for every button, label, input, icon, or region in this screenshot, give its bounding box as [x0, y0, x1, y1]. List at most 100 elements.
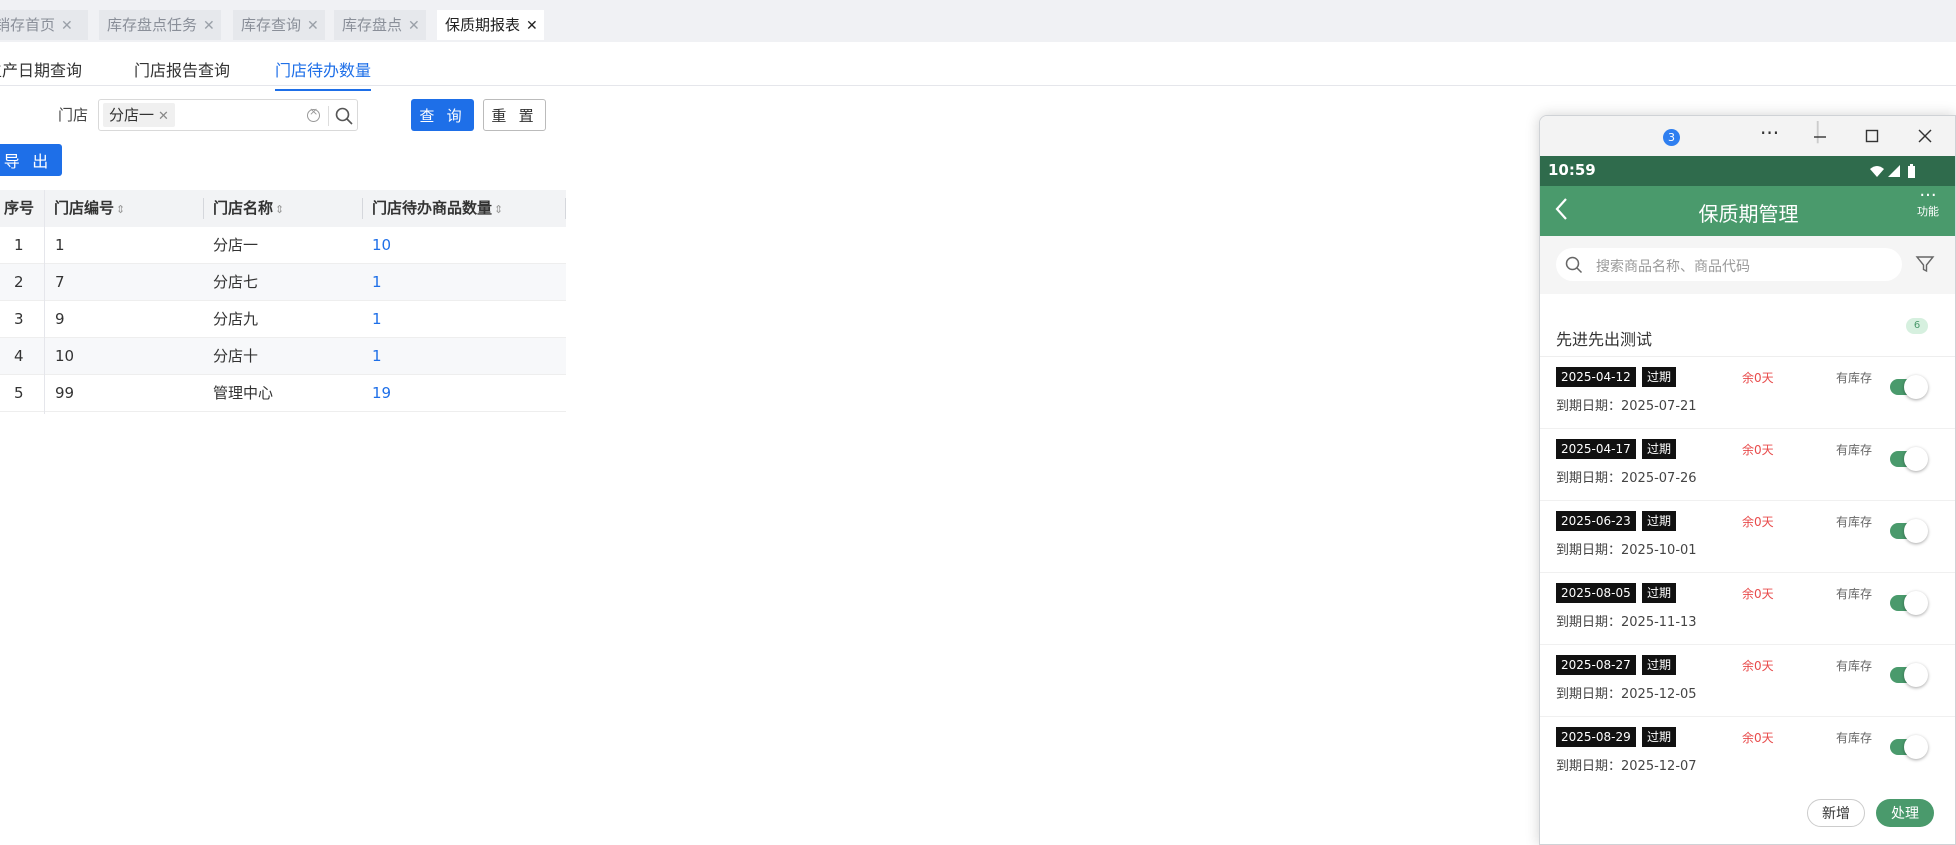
col-store-code[interactable]: 门店编号 ⇕ — [54, 190, 125, 227]
cell-index: 2 — [14, 273, 24, 291]
notification-badge[interactable]: 3 — [1663, 129, 1680, 146]
cell-store-name: 分店一 — [213, 236, 259, 254]
item-toggle[interactable] — [1890, 447, 1928, 471]
stock-status: 有库存 — [1836, 659, 1873, 673]
tab-stock-query[interactable]: 库存查询 ✕ — [233, 10, 325, 40]
status-time: 10:59 — [1548, 161, 1596, 179]
search-icon[interactable] — [334, 106, 354, 126]
list-item[interactable]: 2025-08-05 过期 余0天 有库存 到期日期：2025-11-13 — [1540, 573, 1955, 645]
col-index: 序号 — [4, 199, 35, 217]
signal-icon — [1888, 165, 1900, 177]
col-label: 门店编号 — [54, 199, 115, 217]
remaining-days: 余0天 — [1742, 731, 1774, 745]
sort-icon[interactable]: ⇕ — [494, 203, 503, 216]
list-item[interactable]: 2025-04-17 过期 余0天 有库存 到期日期：2025-07-26 — [1540, 429, 1955, 501]
toggle-knob — [1904, 375, 1928, 399]
tab-label: 库存盘点任务 — [107, 16, 198, 34]
cell-todo-count-link[interactable]: 10 — [372, 227, 391, 264]
close-icon[interactable]: ✕ — [61, 18, 73, 34]
more-dots-icon[interactable]: ··· — [1760, 121, 1779, 145]
close-icon[interactable]: ✕ — [526, 18, 538, 34]
list-item[interactable]: 2025-04-12 过期 余0天 有库存 到期日期：2025-07-21 — [1540, 357, 1955, 429]
tab-label: 库存查询 — [241, 16, 302, 34]
toggle-knob — [1904, 591, 1928, 615]
close-icon[interactable]: ✕ — [307, 18, 319, 34]
item-toggle[interactable] — [1890, 735, 1928, 759]
list-item[interactable]: 2025-08-29 过期 余0天 有库存 到期日期：2025-12-07 — [1540, 717, 1955, 789]
add-button[interactable]: 新增 — [1807, 799, 1865, 827]
battery-icon — [1908, 166, 1915, 178]
subtab-production-date[interactable]: 生产日期查询 — [0, 57, 82, 81]
remaining-days: 余0天 — [1742, 587, 1774, 601]
close-icon[interactable]: ✕ — [203, 18, 215, 34]
item-toggle[interactable] — [1890, 591, 1928, 615]
due-date: 到期日期：2025-07-21 — [1556, 399, 1697, 414]
cell-store-code: 99 — [55, 384, 75, 402]
close-icon[interactable] — [1918, 129, 1932, 143]
list-item[interactable]: 2025-08-27 过期 余0天 有库存 到期日期：2025-12-05 — [1540, 645, 1955, 717]
sub-tab-bar: 生产日期查询 门店报告查询 门店待办数量 — [0, 42, 1956, 91]
sort-icon[interactable]: ⇕ — [275, 203, 284, 216]
col-todo-count[interactable]: 门店待办商品数量 ⇕ — [372, 190, 503, 227]
table-header: 序号 门店编号 ⇕ 门店名称 ⇕ 门店待办商品数量 ⇕ — [0, 190, 566, 227]
top-tab-bar: 营销存首页 ✕ 库存盘点任务 ✕ 库存查询 ✕ 库存盘点 ✕ 保质期报表 ✕ — [0, 0, 1956, 42]
toggle-knob — [1904, 519, 1928, 543]
process-button[interactable]: 处理 — [1876, 799, 1934, 827]
table-row: 4 10 分店十 1 — [0, 338, 566, 375]
cell-todo-count-link[interactable]: 1 — [372, 338, 382, 375]
maximize-icon[interactable] — [1865, 129, 1879, 143]
tab-shelf-life-report[interactable]: 保质期报表 ✕ — [437, 10, 544, 40]
production-date-tag: 2025-08-29 — [1556, 727, 1636, 747]
expired-tag: 过期 — [1642, 511, 1677, 531]
cell-store-code: 1 — [55, 236, 65, 254]
tab-sales-home[interactable]: 营销存首页 ✕ — [0, 10, 88, 40]
filter-icon[interactable] — [1915, 254, 1935, 274]
wifi-icon — [1870, 166, 1884, 177]
production-date-tag: 2025-04-17 — [1556, 439, 1636, 459]
item-toggle[interactable] — [1890, 519, 1928, 543]
minimize-icon[interactable] — [1813, 130, 1827, 144]
production-date-tag: 2025-04-12 — [1556, 367, 1636, 387]
item-toggle[interactable] — [1890, 663, 1928, 687]
cell-index: 4 — [14, 347, 24, 365]
app-title: 保质期管理 — [1698, 202, 1799, 226]
expired-tag: 过期 — [1642, 727, 1677, 747]
window-titlebar[interactable]: 3 ··· | — [1540, 116, 1955, 156]
phone-status-bar: 10:59 — [1540, 156, 1955, 186]
clear-icon[interactable] — [307, 105, 320, 122]
product-search-input[interactable]: 搜索商品名称、商品代码 — [1556, 248, 1902, 281]
reset-button[interactable]: 重 置 — [483, 99, 546, 131]
col-store-name[interactable]: 门店名称 ⇕ — [213, 190, 284, 227]
cell-store-name: 管理中心 — [213, 384, 274, 402]
cell-todo-count-link[interactable]: 1 — [372, 301, 382, 338]
index-column-divider — [44, 190, 45, 414]
due-date: 到期日期：2025-12-05 — [1556, 687, 1697, 702]
toggle-knob — [1904, 447, 1928, 471]
cell-index: 3 — [14, 310, 24, 328]
query-button[interactable]: 查 询 — [411, 99, 474, 131]
group-title: 先进先出测试 — [1556, 330, 1653, 349]
remaining-days: 余0天 — [1742, 659, 1774, 673]
due-date: 到期日期：2025-07-26 — [1556, 471, 1697, 486]
chip-label: 分店一 — [109, 106, 155, 124]
table-row: 3 9 分店九 1 — [0, 301, 566, 338]
list-item[interactable]: 2025-06-23 过期 余0天 有库存 到期日期：2025-10-01 — [1540, 501, 1955, 573]
subtab-store-report[interactable]: 门店报告查询 — [134, 57, 230, 81]
tab-label: 保质期报表 — [445, 16, 521, 34]
tab-stock-count[interactable]: 库存盘点 ✕ — [334, 10, 426, 40]
close-icon[interactable]: ✕ — [408, 18, 420, 34]
tab-stock-count-task[interactable]: 库存盘点任务 ✕ — [99, 10, 221, 40]
cell-store-code: 10 — [55, 347, 75, 365]
cell-todo-count-link[interactable]: 1 — [372, 264, 382, 301]
subtab-store-todo[interactable]: 门店待办数量 — [275, 57, 372, 91]
sort-icon[interactable]: ⇕ — [116, 203, 125, 216]
chip-remove-icon[interactable]: ✕ — [158, 109, 169, 124]
due-date: 到期日期：2025-12-07 — [1556, 759, 1697, 774]
store-select[interactable]: 分店一 ✕ — [98, 99, 358, 131]
export-button[interactable]: 导 出 — [0, 144, 62, 176]
cell-todo-count-link[interactable]: 19 — [372, 375, 391, 412]
status-icons — [1870, 164, 1915, 178]
function-menu-button[interactable]: ··· 功能 — [1917, 187, 1939, 220]
cell-store-name: 分店九 — [213, 310, 259, 328]
item-toggle[interactable] — [1890, 375, 1928, 399]
